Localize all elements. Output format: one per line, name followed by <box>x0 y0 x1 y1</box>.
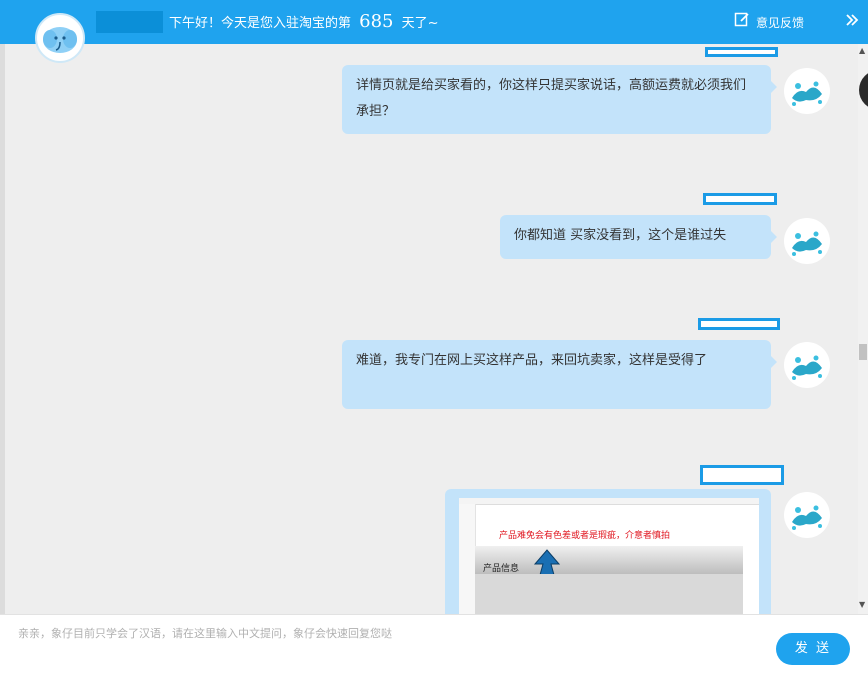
top-bar: 下午好！今天是您入驻淘宝的第 685 天了~ 意见反馈 <box>0 0 868 44</box>
product-image[interactable]: 产品难免会有色差或者是瑕疵，介意者慎拍 产品信息 <box>459 498 759 618</box>
product-info-label: 产品信息 <box>483 564 520 574</box>
splash-icon <box>792 505 822 530</box>
masked-sender-name <box>700 465 784 485</box>
scroll-down-icon[interactable]: ▼ <box>859 600 865 609</box>
masked-sender-name <box>705 47 778 57</box>
message-input-area[interactable]: 亲亲，象仔目前只学会了汉语，请在这里输入中文提问，象仔会快速回复您哒 发 送 <box>0 614 868 676</box>
image-body <box>475 574 743 618</box>
masked-sender-name <box>703 193 777 205</box>
image-left-strip <box>459 504 476 618</box>
assistant-avatar <box>35 13 85 63</box>
feedback-label: 意见反馈 <box>756 15 805 30</box>
masked-shop-name <box>96 11 163 33</box>
edit-icon <box>734 11 750 34</box>
user-avatar <box>784 68 830 114</box>
chat-message: 详情页就是给买家看的，你这样只提买家说话，高额运费就必须我们承担？ <box>342 65 777 134</box>
user-avatar <box>784 218 830 264</box>
greeting-text: 下午好！今天是您入驻淘宝的第 685 天了~ <box>169 11 439 35</box>
feedback-button[interactable]: 意见反馈 <box>734 11 804 34</box>
message-input-placeholder[interactable]: 亲亲，象仔目前只学会了汉语，请在这里输入中文提问，象仔会快速回复您哒 <box>18 625 392 641</box>
splash-icon <box>792 231 822 256</box>
scroll-thumb[interactable] <box>859 344 867 360</box>
chat-message: 你都知道 买家没看到，这个是谁过失 <box>500 215 777 259</box>
collapse-icon[interactable] <box>845 11 861 33</box>
greeting-prefix: 下午好！今天是您入驻淘宝的第 <box>169 16 352 31</box>
product-warning-text: 产品难免会有色差或者是瑕疵，介意者慎拍 <box>499 531 671 541</box>
user-avatar <box>784 342 830 388</box>
send-button[interactable]: 发 送 <box>776 633 850 665</box>
elephant-icon <box>43 27 77 53</box>
splash-icon <box>792 81 822 106</box>
splash-icon <box>792 355 822 380</box>
user-avatar <box>784 492 830 538</box>
chat-message: 难道，我专门在网上买这样产品，来回坑卖家，这样是受得了 <box>342 340 777 409</box>
greeting-suffix: 天了~ <box>401 16 439 31</box>
scrollbar[interactable]: ▲ ▼ <box>858 44 868 614</box>
days-count: 685 <box>359 11 394 32</box>
masked-sender-name <box>698 318 780 330</box>
scroll-up-icon[interactable]: ▲ <box>859 46 865 55</box>
image-top-strip <box>459 498 759 505</box>
